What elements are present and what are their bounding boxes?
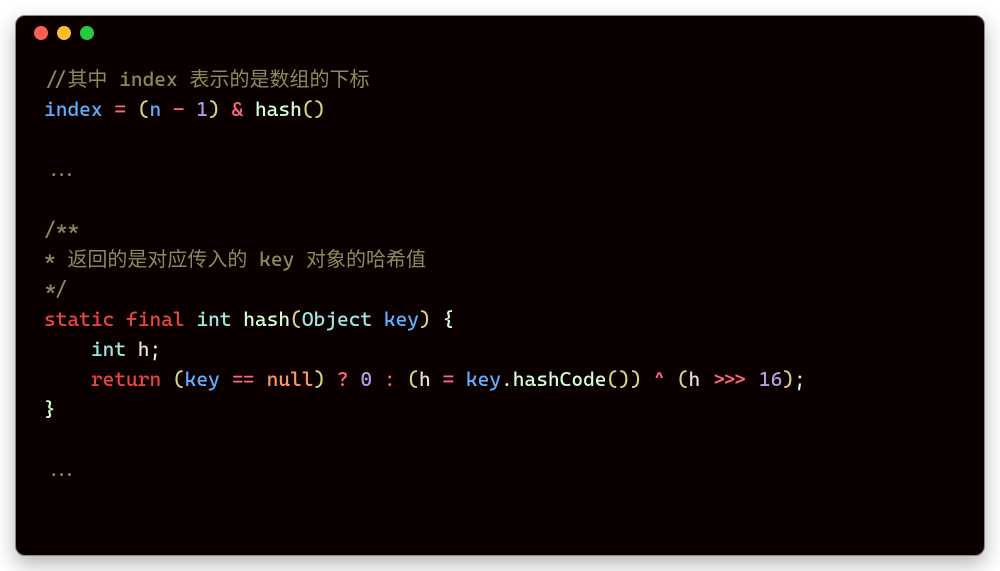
code-token: : bbox=[372, 367, 407, 391]
code-token: hashCode bbox=[513, 367, 607, 391]
code-comment: //其中 index 表示的是数组的下标 bbox=[44, 67, 369, 91]
code-token: return bbox=[91, 367, 161, 391]
code-token: hash bbox=[243, 307, 290, 331]
code-token: >>> bbox=[700, 367, 759, 391]
code-token: ( bbox=[173, 367, 185, 391]
code-token: key bbox=[466, 367, 501, 391]
code-token: 16 bbox=[759, 367, 782, 391]
code-token: h bbox=[419, 367, 431, 391]
code-indent bbox=[44, 337, 91, 361]
code-token: } bbox=[44, 397, 56, 421]
code-token: ; bbox=[794, 367, 806, 391]
code-token: key bbox=[384, 307, 419, 331]
code-token: = bbox=[431, 367, 466, 391]
code-token: ? bbox=[325, 367, 360, 391]
code-token: ( bbox=[677, 367, 689, 391]
code-token: 0 bbox=[360, 367, 372, 391]
code-token: Object bbox=[302, 307, 372, 331]
terminal-window: //其中 index 表示的是数组的下标 index = (n - 1) & h… bbox=[15, 15, 985, 556]
titlebar bbox=[16, 16, 984, 50]
code-token: ( bbox=[138, 97, 150, 121]
code-doc: */ bbox=[44, 277, 67, 301]
code-token: index bbox=[44, 97, 103, 121]
minimize-icon[interactable] bbox=[57, 26, 71, 40]
code-token bbox=[161, 367, 173, 391]
code-token: ( bbox=[290, 307, 302, 331]
code-token: ) bbox=[419, 307, 431, 331]
code-token: n bbox=[149, 97, 161, 121]
code-token: ) bbox=[630, 367, 642, 391]
code-token: final bbox=[126, 307, 185, 331]
code-token: ; bbox=[149, 337, 161, 361]
code-token: & bbox=[220, 97, 255, 121]
code-token: static bbox=[44, 307, 114, 331]
code-token: null bbox=[267, 367, 314, 391]
code-token: ) bbox=[208, 97, 220, 121]
code-token: int bbox=[196, 307, 231, 331]
code-token: 1 bbox=[196, 97, 208, 121]
code-indent bbox=[44, 367, 91, 391]
code-token: ) bbox=[782, 367, 794, 391]
code-ellipsis: ... bbox=[44, 157, 79, 181]
code-doc: /** bbox=[44, 217, 79, 241]
code-token: ^ bbox=[642, 367, 677, 391]
maximize-icon[interactable] bbox=[80, 26, 94, 40]
code-token: { bbox=[431, 307, 454, 331]
code-area: //其中 index 表示的是数组的下标 index = (n - 1) & h… bbox=[16, 50, 984, 498]
code-token: () bbox=[607, 367, 630, 391]
code-token: hash bbox=[255, 97, 302, 121]
code-token: - bbox=[161, 97, 196, 121]
code-token: = bbox=[103, 97, 138, 121]
code-token: ( bbox=[407, 367, 419, 391]
code-doc: * 返回的是对应传入的 key 对象的哈希值 bbox=[44, 247, 426, 271]
code-ellipsis: ... bbox=[44, 457, 79, 481]
code-token: h bbox=[126, 337, 149, 361]
code-token: == bbox=[220, 367, 267, 391]
code-token: h bbox=[689, 367, 701, 391]
code-token: int bbox=[91, 337, 126, 361]
close-icon[interactable] bbox=[34, 26, 48, 40]
code-token: ) bbox=[314, 367, 326, 391]
code-token: () bbox=[302, 97, 325, 121]
code-token: key bbox=[185, 367, 220, 391]
code-token: . bbox=[501, 367, 513, 391]
